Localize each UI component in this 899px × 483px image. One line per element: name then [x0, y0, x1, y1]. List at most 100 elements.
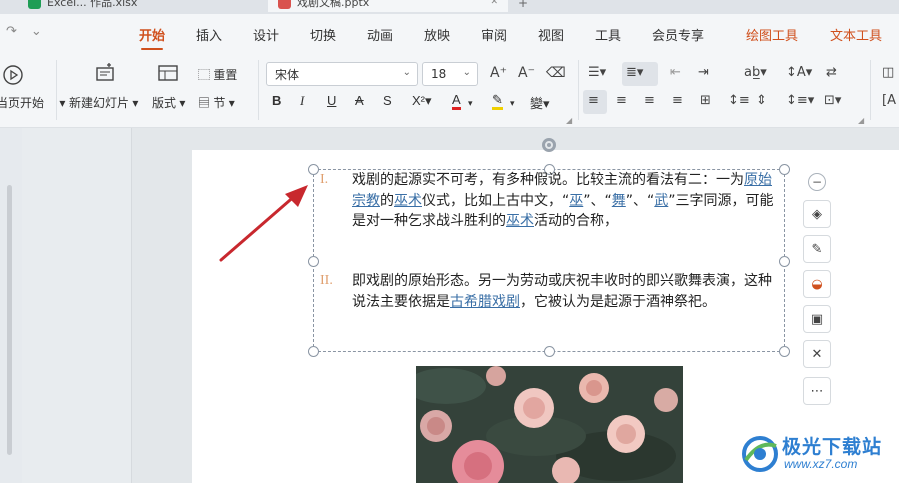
section-button[interactable]: ▤ 节 ▾ [198, 94, 235, 111]
numbered-list-icon[interactable]: ≣▾ [626, 65, 643, 80]
resize-handle[interactable] [779, 346, 790, 357]
tab-close-icon[interactable]: ✕ [490, 0, 498, 7]
resize-handle[interactable] [308, 164, 319, 175]
increase-indent-icon[interactable]: ⇥ [698, 65, 709, 80]
paragraph-text: 仪式，比如上古中文，“ [422, 192, 570, 209]
text-align-menu-icon[interactable]: ⊡▾ [824, 93, 841, 108]
font-color-icon[interactable]: A [452, 93, 461, 110]
increase-font-icon[interactable]: A⁺ [490, 65, 507, 81]
hyperlink[interactable]: 舞 [612, 193, 626, 209]
highlight-icon[interactable]: ✎ [492, 93, 503, 110]
tab-text-tools[interactable]: 文本工具 [830, 25, 882, 44]
tab-tools[interactable]: 工具 [595, 25, 621, 44]
more-icon[interactable]: ⋯ [803, 377, 831, 405]
decrease-font-icon[interactable]: A⁻ [518, 65, 535, 81]
hyperlink[interactable]: 武 [654, 193, 668, 209]
ribbon-divider [56, 60, 57, 120]
new-slide-label: 新建幻灯片 [69, 96, 130, 110]
document-tab-strip: Excel... 作品.xlsx 戏剧文稿.pptx ✕ + [0, 0, 899, 14]
menu-bar: ↷ ⌄ 开始 插入 设计 切换 动画 放映 审阅 视图 工具 会员专享 绘图工具… [0, 14, 899, 52]
watermark-logo-icon [742, 436, 778, 472]
list-numeral: II. [320, 273, 333, 288]
new-tab-icon[interactable]: + [518, 0, 528, 10]
align-left-icon[interactable]: ≡ [588, 93, 599, 108]
resize-handle[interactable] [779, 256, 790, 267]
paragraph-spacing-icon[interactable]: ⇕ [756, 93, 767, 108]
reset-icon: ⬚ [198, 68, 211, 82]
tab-design[interactable]: 设计 [253, 25, 279, 44]
vertical-scrollbar[interactable] [7, 185, 12, 455]
distribute-icon[interactable]: ⊞ [700, 93, 711, 108]
bullet-list-icon[interactable]: ☰▾ [588, 65, 606, 80]
align-right-icon[interactable]: ≡ [644, 93, 655, 108]
rotate-handle[interactable] [542, 138, 556, 152]
tab-slideshow[interactable]: 放映 [424, 25, 450, 44]
font-name-combo[interactable]: 宋体 ⌄ [266, 62, 418, 86]
layout-icon[interactable] [157, 62, 179, 88]
tab-view[interactable]: 视图 [538, 25, 564, 44]
resize-handle[interactable] [779, 164, 790, 175]
phonetic-icon[interactable]: 變▾ [530, 93, 550, 112]
tab-home[interactable]: 开始 [139, 25, 165, 50]
play-icon[interactable] [2, 64, 24, 90]
text-direction-icon[interactable]: ab̲▾ [744, 65, 767, 80]
superscript-icon[interactable]: X²▾ [412, 93, 432, 109]
new-slide-icon[interactable] [94, 62, 116, 88]
excel-document-tab[interactable]: Excel... 作品.xlsx [18, 0, 258, 12]
chevron-down-icon[interactable]: ▾ [468, 98, 473, 109]
ppt-document-tab[interactable]: 戏剧文稿.pptx ✕ [268, 0, 508, 12]
reset-button[interactable]: ⬚ 重置 [198, 66, 237, 83]
font-size-combo[interactable]: 18 ⌄ [422, 62, 478, 86]
tab-review[interactable]: 审阅 [481, 25, 507, 44]
quick-access-dropdown-icon[interactable]: ⌄ [31, 24, 42, 39]
font-name-value: 宋体 [275, 67, 300, 82]
paragraph-2[interactable]: 即戏剧的原始形态。另一为劳动或庆祝丰收时的即兴歌舞表演，这种说法主要依据是古希腊… [352, 271, 780, 312]
clear-format-icon[interactable]: ⌫ [546, 65, 566, 81]
excel-tab-label: Excel... 作品.xlsx [47, 0, 138, 9]
ppt-tab-label: 戏剧文稿.pptx [297, 0, 370, 9]
bold-icon[interactable]: B [272, 93, 281, 108]
font-dialog-icon[interactable]: ◢ [566, 116, 572, 125]
underline-icon[interactable]: U [327, 93, 336, 108]
tab-insert[interactable]: 插入 [196, 25, 222, 44]
collapse-icon[interactable]: − [808, 173, 826, 191]
outline-icon[interactable]: ▣ [803, 305, 831, 333]
paragraph-dialog-icon[interactable]: ◢ [858, 116, 864, 125]
reset-label: 重置 [213, 68, 238, 82]
layout-button[interactable]: 版式 ▾ [152, 94, 185, 111]
section-icon: ▤ [198, 96, 211, 110]
brush-icon[interactable]: ✎ [803, 235, 831, 263]
flower-photo[interactable] [416, 366, 683, 483]
tab-drawing-tools[interactable]: 绘图工具 [746, 25, 798, 44]
paragraph-1[interactable]: 戏剧的起源实不可考，有多种假说。比较主流的看法有二：一为原始宗教的巫术仪式，比如… [352, 170, 780, 232]
hyperlink[interactable]: 巫术 [506, 213, 534, 229]
spacing-menu-icon[interactable]: ↕≡▾ [786, 93, 814, 108]
chevron-down-icon[interactable]: ▾ [510, 98, 515, 109]
line-spacing-icon[interactable]: ↕≡ [728, 93, 750, 108]
align-center-icon[interactable]: ≡ [616, 93, 627, 108]
new-slide-button[interactable]: 新建幻灯片 ▾ [69, 94, 138, 111]
tab-animation[interactable]: 动画 [367, 25, 393, 44]
textbox-icon[interactable]: [A [882, 93, 896, 108]
fill-icon[interactable]: ◒ [803, 270, 831, 298]
tab-transition[interactable]: 切换 [310, 25, 336, 44]
effects-icon[interactable]: ✕ [803, 340, 831, 368]
strikethrough-icon[interactable]: A [355, 93, 364, 108]
hyperlink[interactable]: 古希腊戏剧 [450, 294, 520, 310]
hyperlink[interactable]: 巫术 [394, 193, 422, 209]
convert-icon[interactable]: ⇄ [826, 65, 837, 80]
resize-handle[interactable] [544, 346, 555, 357]
shape-icon[interactable]: ◫ [882, 65, 894, 80]
redo-icon[interactable]: ↷ [6, 24, 17, 39]
quick-access: ↷ ⌄ [6, 24, 42, 39]
sort-icon[interactable]: ↕A▾ [786, 65, 812, 80]
excel-file-icon [28, 0, 41, 9]
hyperlink[interactable]: 巫 [569, 193, 583, 209]
justify-icon[interactable]: ≡ [672, 93, 683, 108]
italic-icon[interactable]: I [300, 93, 304, 109]
layers-icon[interactable]: ◈ [803, 200, 831, 228]
decrease-indent-icon[interactable]: ⇤ [670, 65, 681, 80]
shadow-icon[interactable]: S [383, 93, 392, 108]
tab-member[interactable]: 会员专享 [652, 25, 704, 44]
resize-handle[interactable] [308, 346, 319, 357]
